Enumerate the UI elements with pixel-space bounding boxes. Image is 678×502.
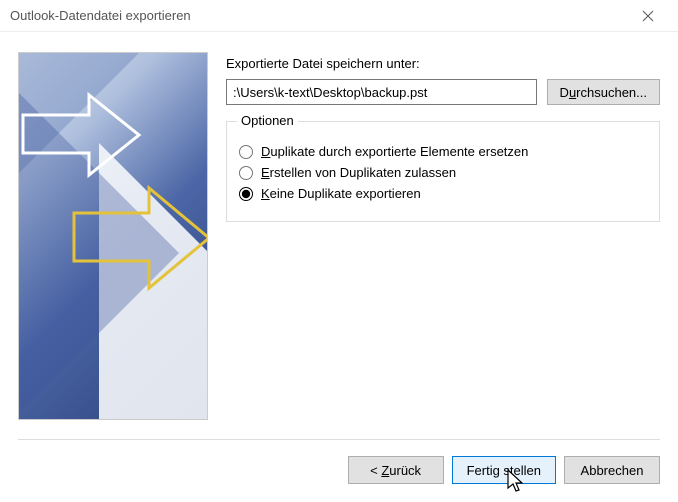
- close-button[interactable]: [628, 0, 668, 32]
- button-row: < Zurück Fertig stellen Abbrechen: [348, 456, 660, 484]
- close-icon: [642, 10, 654, 22]
- cancel-button[interactable]: Abbrechen: [564, 456, 660, 484]
- cancel-button-label: Abbrechen: [581, 463, 644, 478]
- option-allow-label: Erstellen von Duplikaten zulassen: [261, 165, 456, 180]
- option-allow-radio[interactable]: [239, 166, 253, 180]
- browse-button-label: Durchsuchen...: [560, 85, 647, 100]
- window-title: Outlook-Datendatei exportieren: [10, 8, 628, 23]
- form-pane: Exportierte Datei speichern unter: Durch…: [226, 52, 660, 420]
- option-replace-label: Duplikate durch exportierte Elemente ers…: [261, 144, 528, 159]
- export-path-input[interactable]: [226, 79, 537, 105]
- option-replace[interactable]: Duplikate durch exportierte Elemente ers…: [239, 144, 647, 159]
- back-button[interactable]: < Zurück: [348, 456, 444, 484]
- option-replace-radio[interactable]: [239, 145, 253, 159]
- browse-button[interactable]: Durchsuchen...: [547, 79, 660, 105]
- path-row: Durchsuchen...: [226, 79, 660, 105]
- titlebar: Outlook-Datendatei exportieren: [0, 0, 678, 32]
- option-noexport-radio[interactable]: [239, 187, 253, 201]
- options-group: Optionen Duplikate durch exportierte Ele…: [226, 121, 660, 222]
- separator: [18, 439, 660, 440]
- option-allow[interactable]: Erstellen von Duplikaten zulassen: [239, 165, 647, 180]
- finish-button-label: Fertig stellen: [467, 463, 541, 478]
- back-button-label: < Zurück: [370, 463, 421, 478]
- option-noexport[interactable]: Keine Duplikate exportieren: [239, 186, 647, 201]
- finish-button[interactable]: Fertig stellen: [452, 456, 556, 484]
- save-under-label: Exportierte Datei speichern unter:: [226, 56, 660, 71]
- content-area: Exportierte Datei speichern unter: Durch…: [0, 32, 678, 428]
- option-noexport-label: Keine Duplikate exportieren: [261, 186, 421, 201]
- wizard-image: [18, 52, 208, 420]
- options-legend: Optionen: [237, 113, 298, 128]
